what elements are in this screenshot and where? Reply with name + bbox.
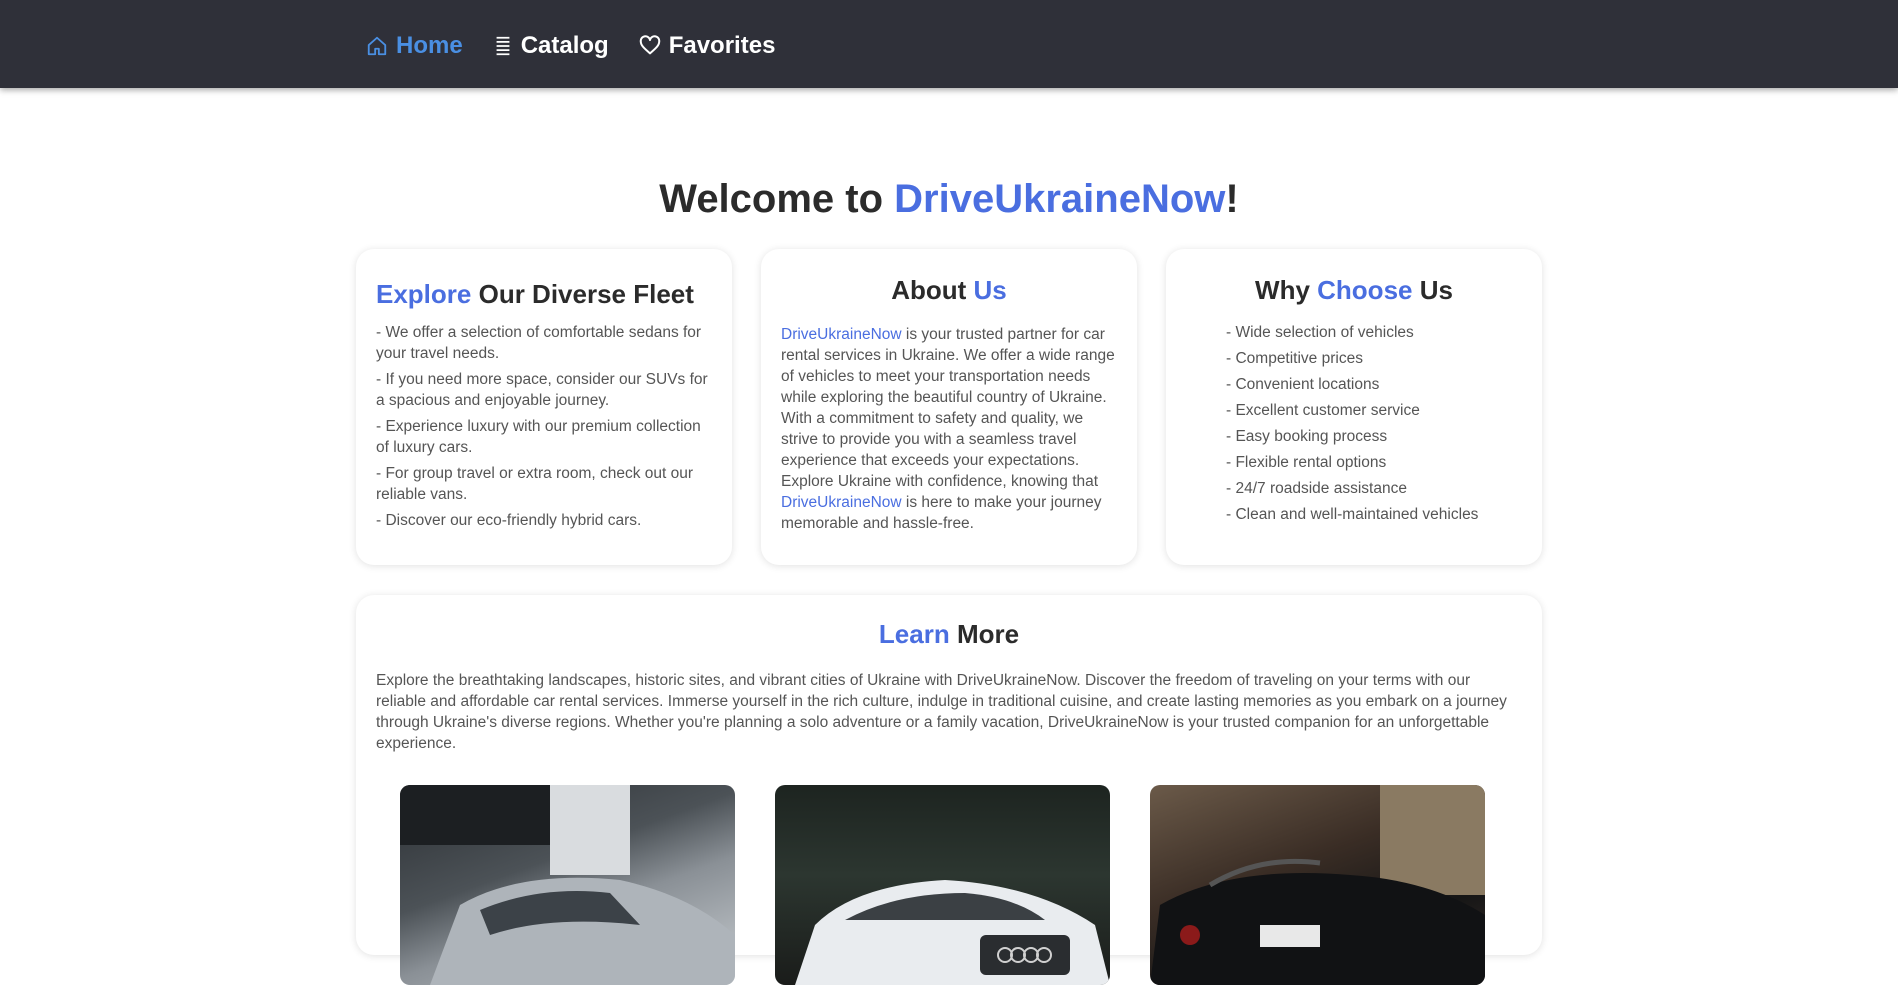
about-brand-link-2[interactable]: DriveUkraineNow: [781, 494, 902, 511]
fleet-item: - Experience luxury with our premium col…: [376, 418, 701, 456]
nav-catalog-link[interactable]: Catalog: [493, 32, 609, 60]
car-image[interactable]: [400, 785, 735, 985]
nav-home-link[interactable]: Home: [366, 32, 463, 60]
welcome-heading: Welcome to DriveUkraineNow!: [0, 177, 1898, 222]
silver-sports-car-illustration: [400, 785, 735, 985]
learn-more-card: Learn More Explore the breathtaking land…: [356, 595, 1542, 985]
fleet-list: - We offer a selection of comfortable se…: [376, 322, 712, 531]
learn-title-accent: Learn: [878, 619, 950, 649]
why-item: - Convenient locations: [1226, 376, 1380, 393]
why-card: Why Choose Us - Wide selection of vehicl…: [1166, 249, 1542, 565]
nav-links: Home Catalog Favorites: [366, 0, 775, 92]
home-icon: [366, 35, 388, 57]
about-text-1: is your trusted partner for car rental s…: [781, 326, 1115, 490]
list-icon: [493, 35, 513, 57]
top-navbar: Home Catalog Favorites: [0, 0, 1898, 88]
white-sedan-illustration: [795, 880, 1110, 985]
welcome-suffix: !: [1225, 176, 1239, 221]
fleet-title-rest: Our Diverse Fleet: [471, 279, 694, 309]
about-paragraph: DriveUkraineNow is your trusted partner …: [781, 324, 1117, 534]
why-title-post: Us: [1412, 275, 1453, 305]
car-image[interactable]: [775, 785, 1110, 985]
nav-favorites-link[interactable]: Favorites: [639, 32, 776, 60]
car-image[interactable]: [1150, 785, 1485, 985]
black-convertible-illustration: [1150, 785, 1485, 985]
about-title-rest: About: [891, 275, 974, 305]
welcome-prefix: Welcome to: [659, 176, 895, 221]
why-item: - 24/7 roadside assistance: [1226, 480, 1407, 497]
why-title: Why Choose Us: [1186, 275, 1522, 306]
why-item: - Flexible rental options: [1226, 454, 1387, 471]
why-item: - Easy booking process: [1226, 428, 1388, 445]
why-item: - Clean and well-maintained vehicles: [1226, 506, 1479, 523]
fleet-title-accent: Explore: [376, 279, 472, 309]
why-item: - Competitive prices: [1226, 350, 1363, 367]
learn-title: Learn More: [376, 619, 1522, 650]
learn-title-rest: More: [949, 619, 1020, 649]
why-title-accent: Choose: [1317, 275, 1413, 305]
fleet-item: - For group travel or extra room, check …: [376, 465, 694, 503]
why-title-pre: Why: [1255, 275, 1318, 305]
about-card: About Us DriveUkraineNow is your trusted…: [761, 249, 1137, 565]
why-item: - Excellent customer service: [1226, 402, 1420, 419]
car-gallery: [400, 785, 1485, 985]
fleet-title: Explore Our Diverse Fleet: [376, 279, 712, 310]
nav-favorites-label: Favorites: [668, 32, 776, 59]
about-title-accent: Us: [973, 275, 1007, 305]
heart-icon: [639, 35, 661, 57]
about-title: About Us: [781, 275, 1117, 306]
why-list: - Wide selection of vehicles - Competiti…: [1226, 322, 1522, 525]
why-item: - Wide selection of vehicles: [1226, 324, 1414, 341]
nav-catalog-label: Catalog: [520, 32, 609, 59]
fleet-item: - Discover our eco-friendly hybrid cars.: [376, 512, 642, 529]
fleet-item: - We offer a selection of comfortable se…: [376, 324, 702, 362]
about-brand-link-1[interactable]: DriveUkraineNow: [781, 326, 902, 343]
fleet-card: Explore Our Diverse Fleet - We offer a s…: [356, 249, 732, 565]
fleet-item: - If you need more space, consider our S…: [376, 371, 708, 409]
welcome-brand: DriveUkraineNow: [894, 176, 1226, 221]
learn-paragraph: Explore the breathtaking landscapes, his…: [376, 672, 1507, 752]
nav-home-label: Home: [396, 32, 463, 59]
